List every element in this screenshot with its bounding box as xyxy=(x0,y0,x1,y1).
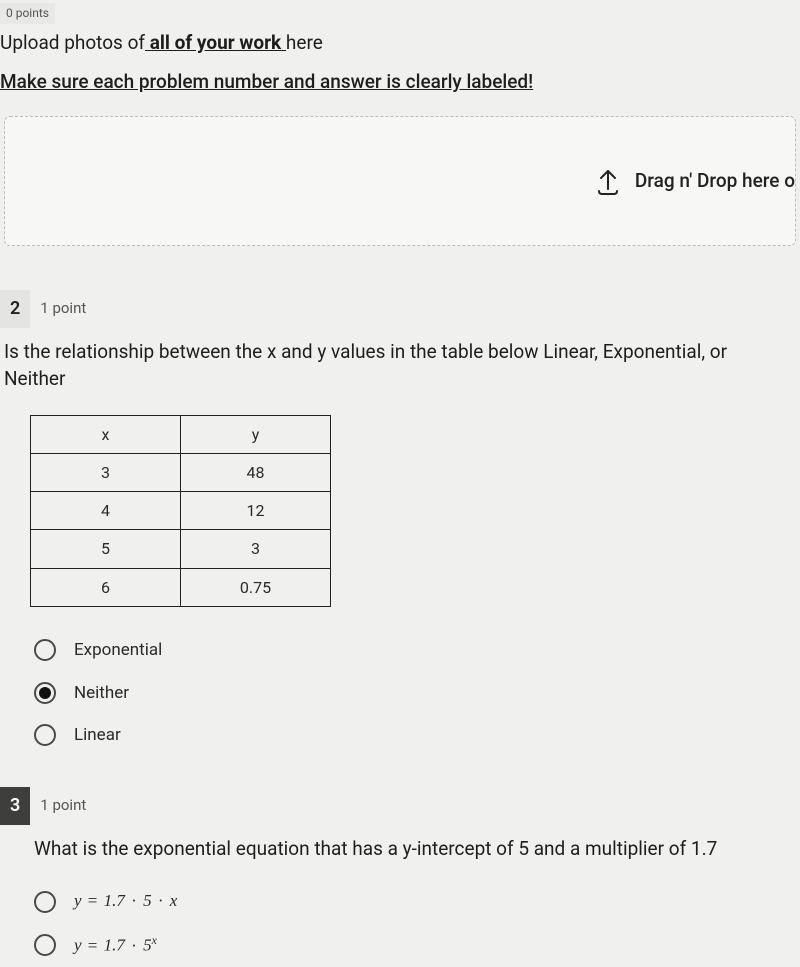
upload-section: 0 points Upload photos of all of your wo… xyxy=(0,0,800,246)
cell: 6 xyxy=(31,568,181,606)
radio-icon xyxy=(34,639,56,661)
question-points: 1 point xyxy=(40,298,86,320)
cell: 0.75 xyxy=(181,568,331,606)
table-row: 5 3 xyxy=(31,530,331,568)
dropzone-label: Drag n' Drop here o xyxy=(635,167,795,195)
col-x: x xyxy=(31,415,181,453)
points-tag: 0 points xyxy=(0,3,55,24)
choice-label: Neither xyxy=(74,681,129,706)
question-stem: Is the relationship between the x and y … xyxy=(0,328,800,411)
table-header-row: x y xyxy=(31,415,331,453)
text: Upload photos of xyxy=(0,31,145,54)
choice-exponential[interactable]: Exponential xyxy=(34,629,800,672)
radio-icon xyxy=(34,934,56,956)
question-header: 2 1 point xyxy=(0,290,800,328)
radio-icon xyxy=(34,724,56,746)
underlined-text: all of your work xyxy=(145,31,286,54)
choice-option-2[interactable]: y = 1.7 · 5x xyxy=(34,923,800,967)
choice-label: Linear xyxy=(74,723,121,748)
cell: 3 xyxy=(181,530,331,568)
radio-icon xyxy=(34,891,56,913)
radio-icon xyxy=(34,682,56,704)
choice-option-1[interactable]: y = 1.7 · 5 · x xyxy=(34,880,800,923)
cell: 5 xyxy=(31,530,181,568)
question-number: 3 xyxy=(0,787,30,825)
answer-choices: y = 1.7 · 5 · x y = 1.7 · 5x xyxy=(34,880,800,967)
cell: 12 xyxy=(181,492,331,530)
table-row: 3 48 xyxy=(31,454,331,492)
data-table: x y 3 48 4 12 5 3 6 0.75 xyxy=(30,415,331,607)
dropzone-inner: Drag n' Drop here o xyxy=(595,167,795,195)
question-number: 2 xyxy=(0,290,30,328)
cell: 4 xyxy=(31,492,181,530)
question-2: 2 1 point Is the relationship between th… xyxy=(0,290,800,757)
file-dropzone[interactable]: Drag n' Drop here o xyxy=(4,116,796,246)
cell: 48 xyxy=(181,454,331,492)
answer-choices: Exponential Neither Linear xyxy=(34,629,800,757)
choice-neither[interactable]: Neither xyxy=(34,672,800,715)
text: here xyxy=(286,31,323,54)
table-row: 4 12 xyxy=(31,492,331,530)
cell: 3 xyxy=(31,454,181,492)
choice-label: Exponential xyxy=(74,638,162,663)
instruction-line-2: Make sure each problem number and answer… xyxy=(0,64,800,110)
question-header: 3 1 point xyxy=(0,787,800,825)
table-row: 6 0.75 xyxy=(31,568,331,606)
choice-label: y = 1.7 · 5 · x xyxy=(74,889,177,914)
col-y: y xyxy=(181,415,331,453)
upload-icon xyxy=(595,167,621,195)
choice-linear[interactable]: Linear xyxy=(34,714,800,757)
question-points: 1 point xyxy=(40,795,86,817)
choice-label: y = 1.7 · 5x xyxy=(74,932,157,958)
question-stem: What is the exponential equation that ha… xyxy=(0,825,800,881)
instruction-line-1: Upload photos of all of your work here xyxy=(0,25,800,65)
question-3: 3 1 point What is the exponential equati… xyxy=(0,787,800,967)
